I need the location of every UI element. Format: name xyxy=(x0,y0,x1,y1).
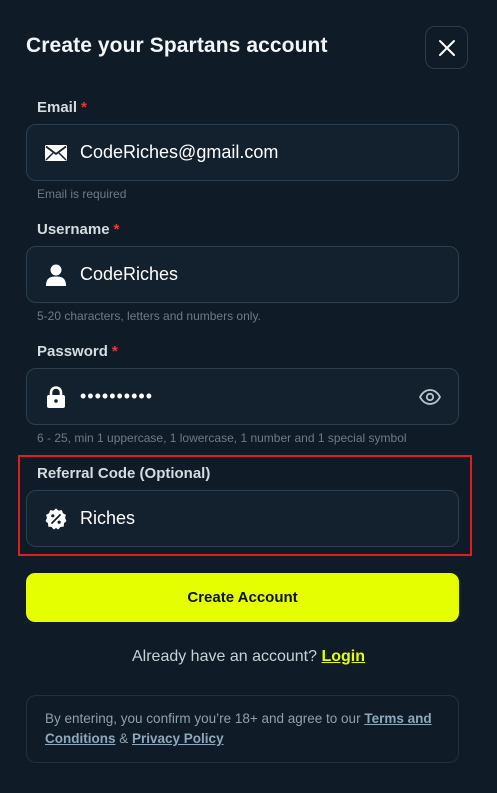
email-hint: Email is required xyxy=(37,187,127,201)
email-value: CodeRiches@gmail.com xyxy=(80,142,279,162)
email-field[interactable]: CodeRiches@gmail.com xyxy=(26,124,459,181)
lock-icon xyxy=(44,385,68,409)
password-value: •••••••••• xyxy=(80,386,154,406)
user-icon xyxy=(44,263,68,287)
username-field[interactable]: CodeRiches xyxy=(26,246,459,303)
toggle-visibility-button[interactable] xyxy=(418,386,442,408)
login-link[interactable]: Login xyxy=(321,648,365,665)
password-hint: 6 - 25, min 1 uppercase, 1 lowercase, 1 … xyxy=(37,431,407,445)
username-value: CodeRiches xyxy=(80,264,179,284)
create-account-button[interactable]: Create Account xyxy=(26,573,459,622)
eye-icon xyxy=(419,389,441,405)
close-button[interactable] xyxy=(425,26,468,69)
password-label: Password * xyxy=(37,343,118,360)
referral-code-field[interactable]: Riches xyxy=(26,490,459,547)
username-label: Username * xyxy=(37,221,120,238)
referral-value: Riches xyxy=(80,508,136,528)
required-mark: * xyxy=(111,343,118,360)
envelope-icon xyxy=(44,141,68,165)
discount-badge-icon xyxy=(44,507,68,531)
privacy-link[interactable]: Privacy Policy xyxy=(132,731,224,746)
referral-label: Referral Code (Optional) xyxy=(37,465,211,482)
username-hint: 5-20 characters, letters and numbers onl… xyxy=(37,309,261,323)
required-mark: * xyxy=(81,99,87,116)
terms-notice: By entering, you confirm you’re 18+ and … xyxy=(26,695,459,763)
email-label: Email * xyxy=(37,99,87,116)
login-prompt: Already have an account? Login xyxy=(131,648,365,665)
required-mark: * xyxy=(113,221,120,238)
password-field[interactable]: •••••••••• xyxy=(26,368,459,425)
close-icon xyxy=(438,39,455,56)
dialog-title: Create your Spartans account xyxy=(26,34,328,57)
